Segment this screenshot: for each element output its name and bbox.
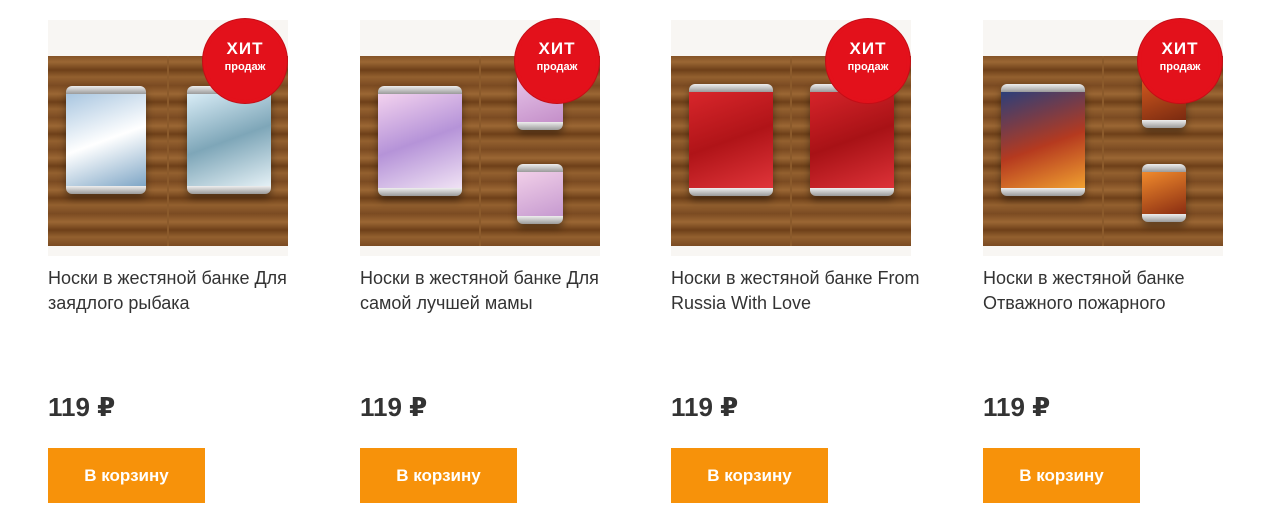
- product-card: ХИТ продаж Носки в жестяной банке From R…: [671, 0, 919, 529]
- add-to-cart-button[interactable]: В корзину: [360, 448, 517, 503]
- product-price: 119 ₽: [48, 392, 116, 422]
- product-grid: ХИТ продаж Носки в жестяной банке Для за…: [0, 0, 1280, 529]
- bestseller-badge: ХИТ продаж: [206, 22, 284, 100]
- product-title[interactable]: Носки в жестяной банке Отважного пожарно…: [983, 266, 1233, 316]
- tin-can: [810, 84, 894, 196]
- product-title[interactable]: Носки в жестяной банке From Russia With …: [671, 266, 921, 316]
- product-price: 119 ₽: [671, 392, 739, 422]
- product-image[interactable]: ХИТ продаж: [48, 20, 288, 256]
- badge-line1: ХИТ: [849, 39, 887, 58]
- product-image[interactable]: ХИТ продаж: [360, 20, 600, 256]
- add-to-cart-button[interactable]: В корзину: [671, 448, 828, 503]
- tin-can: [66, 86, 146, 194]
- tin-can: [689, 84, 773, 196]
- product-image[interactable]: ХИТ продаж: [983, 20, 1223, 256]
- bestseller-badge: ХИТ продаж: [829, 22, 907, 100]
- tin-can: [378, 86, 462, 196]
- bestseller-badge: ХИТ продаж: [1141, 22, 1219, 100]
- badge-line1: ХИТ: [226, 39, 264, 58]
- product-card: ХИТ продаж Носки в жестяной банке Для за…: [48, 0, 288, 529]
- badge-line1: ХИТ: [538, 39, 576, 58]
- tin-can: [1001, 84, 1085, 196]
- add-to-cart-button[interactable]: В корзину: [48, 448, 205, 503]
- product-image[interactable]: ХИТ продаж: [671, 20, 911, 256]
- product-card: ХИТ продаж Носки в жестяной банке Отважн…: [983, 0, 1223, 529]
- tin-can: [187, 86, 271, 194]
- product-title[interactable]: Носки в жестяной банке Для самой лучшей …: [360, 266, 610, 316]
- badge-line2: продаж: [536, 61, 578, 73]
- badge-line1: ХИТ: [1161, 39, 1199, 58]
- tin-can: [517, 164, 563, 224]
- badge-line2: продаж: [847, 61, 889, 73]
- product-title[interactable]: Носки в жестяной банке Для заядлого рыба…: [48, 266, 298, 316]
- badge-line2: продаж: [224, 61, 266, 73]
- product-price: 119 ₽: [360, 392, 428, 422]
- product-price: 119 ₽: [983, 392, 1051, 422]
- bestseller-badge: ХИТ продаж: [518, 22, 596, 100]
- add-to-cart-button[interactable]: В корзину: [983, 448, 1140, 503]
- badge-line2: продаж: [1159, 61, 1201, 73]
- product-card: ХИТ продаж Носки в жестяной банке Для са…: [360, 0, 600, 529]
- tin-can: [1142, 164, 1186, 222]
